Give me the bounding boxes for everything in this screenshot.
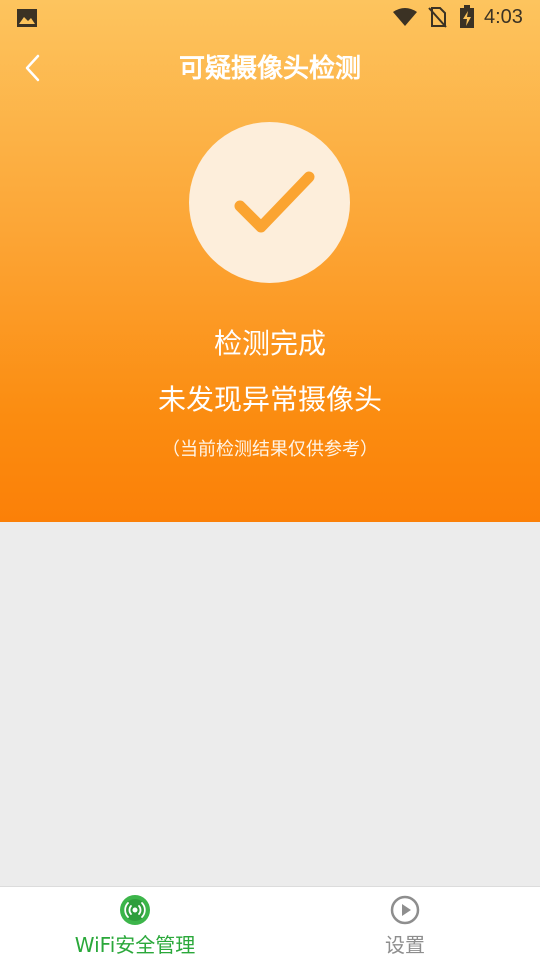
wifi-icon bbox=[393, 8, 417, 26]
status-time: 4:03 bbox=[484, 6, 523, 28]
tab-wifi-security[interactable]: WiFi安全管理 bbox=[0, 887, 270, 960]
tab-wifi-security-label: WiFi安全管理 bbox=[74, 933, 196, 957]
result-subtitle: 未发现异常摄像头 bbox=[157, 383, 382, 416]
bottom-nav: WiFi安全管理 设置 bbox=[0, 886, 540, 960]
hero-header: 4:03 可疑摄像头检测 检测完成 未发现异常摄像头 （当前检测结果仅供参考） bbox=[0, 0, 540, 522]
page-title: 可疑摄像头检测 bbox=[178, 54, 361, 84]
check-icon bbox=[234, 171, 315, 233]
wifi-signal-icon bbox=[120, 895, 150, 925]
result-title: 检测完成 bbox=[213, 327, 326, 360]
play-circle-icon bbox=[390, 895, 420, 925]
result-badge bbox=[189, 122, 350, 283]
no-sim-icon bbox=[428, 7, 447, 28]
status-bar: 4:03 bbox=[0, 0, 540, 36]
tab-settings-label: 设置 bbox=[385, 933, 425, 957]
battery-charging-icon bbox=[460, 5, 474, 28]
result-note: （当前检测结果仅供参考） bbox=[162, 439, 378, 460]
tab-settings[interactable]: 设置 bbox=[270, 887, 540, 960]
gallery-icon bbox=[17, 9, 37, 27]
